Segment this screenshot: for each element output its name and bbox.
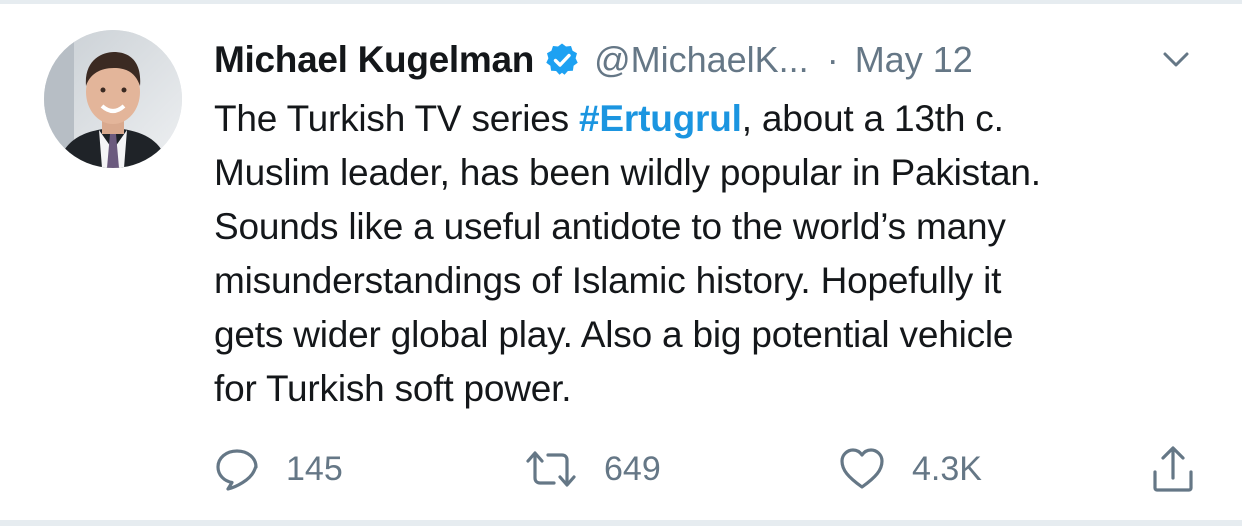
tweet-text: The Turkish TV series #Ertugrul, about a… (214, 92, 1224, 416)
tweet-text-line: for Turkish soft power. (214, 368, 572, 409)
tweet-text-line: misunderstandings of Islamic history. Ho… (214, 260, 1002, 301)
text-segment: The Turkish TV series (214, 98, 580, 139)
tweet-header: Michael Kugelman @MichaelK... · May 12 (214, 36, 1204, 84)
action-bar: 145 649 4.3K (0, 442, 1242, 496)
bottom-divider (0, 520, 1242, 526)
tweet-date[interactable]: May 12 (855, 39, 973, 81)
chevron-down-icon[interactable] (1158, 44, 1194, 74)
reply-button[interactable]: 145 (214, 442, 343, 496)
tweet-text-line: The Turkish TV series #Ertugrul, about a… (214, 92, 1224, 146)
top-divider (0, 0, 1242, 4)
reply-icon (214, 446, 260, 492)
text-segment: , about a 13th c. (741, 98, 1004, 139)
tweet-text-line: Sounds like a useful antidote to the wor… (214, 206, 1006, 247)
retweet-count: 649 (604, 449, 661, 488)
avatar[interactable] (44, 30, 182, 168)
retweet-icon (524, 446, 578, 492)
share-icon (1150, 444, 1196, 494)
retweet-button[interactable]: 649 (524, 442, 661, 496)
tweet-text-line: Muslim leader, has been wildly popular i… (214, 152, 1041, 193)
tweet-text-line: gets wider global play. Also a big poten… (214, 314, 1014, 355)
reply-count: 145 (286, 449, 343, 488)
verified-badge-icon (544, 42, 580, 78)
separator-dot: · (826, 39, 839, 80)
like-button[interactable]: 4.3K (838, 442, 982, 496)
hashtag-link[interactable]: #Ertugrul (579, 98, 742, 139)
author-handle[interactable]: @MichaelK... (594, 39, 809, 81)
author-name[interactable]: Michael Kugelman (214, 39, 534, 81)
heart-icon (838, 446, 886, 492)
like-count: 4.3K (912, 449, 982, 488)
share-button[interactable] (1150, 442, 1196, 496)
